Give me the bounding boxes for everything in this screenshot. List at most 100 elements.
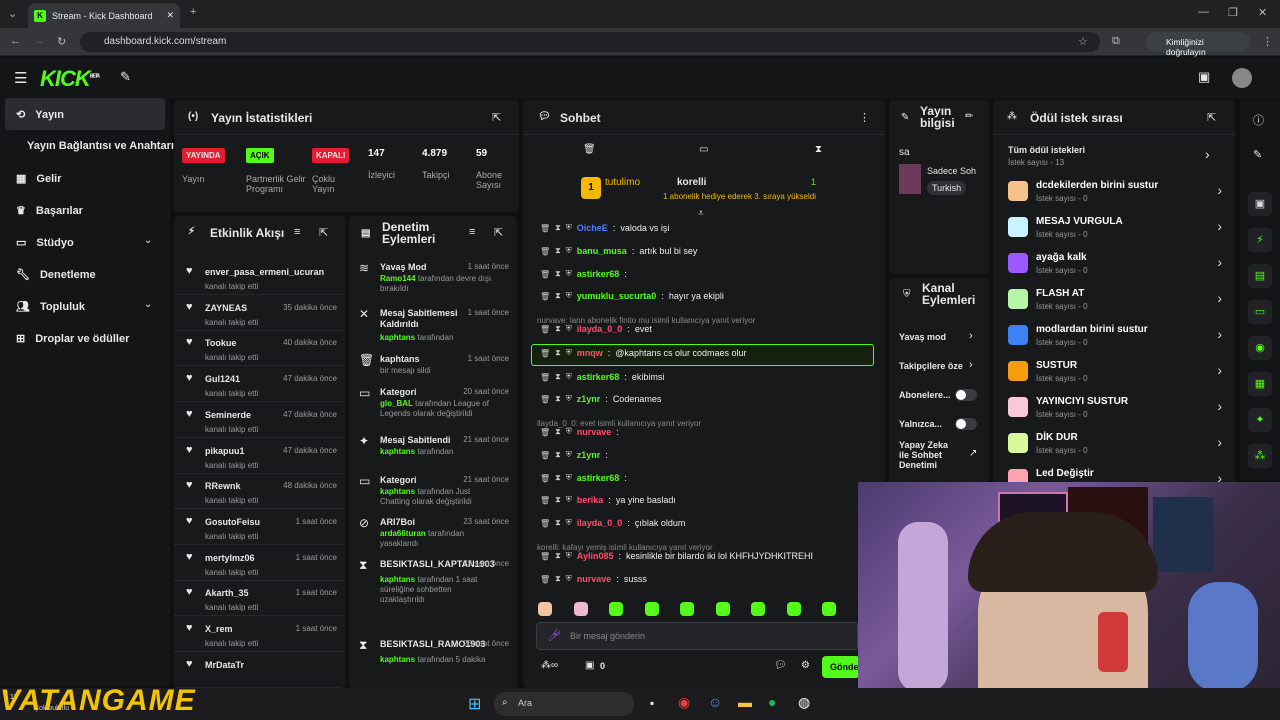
studio-icon[interactable]: ▣	[1198, 69, 1210, 85]
timeout-icon[interactable]: ⧗	[555, 324, 561, 334]
timeout-icon[interactable]: ⧗	[555, 269, 561, 279]
reward-item[interactable]: MESAJ VURGULA İstek sayısı - 0 ›	[1008, 213, 1228, 243]
identity-button[interactable]: Kimliğinizi doğrulayın	[1146, 32, 1250, 57]
chat-username[interactable]: astirker68	[577, 473, 620, 483]
url-field[interactable]: dashboard.kick.com/stream	[80, 32, 1100, 52]
delete-icon[interactable]: 🗑︎	[540, 552, 550, 561]
sidebar-item-droplar[interactable]: ⊞ Droplar ve ödüller	[16, 332, 129, 346]
chat-username[interactable]: ilayda_0_0	[577, 518, 623, 528]
close-tab-icon[interactable]: ✕	[166, 10, 174, 21]
settings-icon[interactable]: ⚙	[801, 660, 810, 671]
emote-icon[interactable]	[751, 602, 765, 616]
popout-icon[interactable]: ⇱	[1207, 111, 1216, 124]
taskbar-search[interactable]: ⌕ Ara	[494, 692, 634, 716]
emote-icon[interactable]	[573, 602, 588, 616]
sidebar-item-studyo[interactable]: ▭ Stüdyo	[16, 236, 74, 250]
reward-item[interactable]: ayağa kalk İstek sayısı - 0 ›	[1008, 249, 1228, 279]
emote-icon[interactable]	[822, 602, 836, 616]
chat-username[interactable]: OicheE	[577, 223, 608, 233]
popout-icon[interactable]: ⇱	[319, 226, 328, 239]
sidebar-item-yayin[interactable]: ⟲ Yayın	[16, 108, 64, 122]
timeout-icon[interactable]: ⧗	[555, 551, 561, 561]
action-only[interactable]: Yalnızca...	[899, 419, 942, 429]
mod-badge-icon[interactable]: ⛨	[566, 348, 572, 358]
reward-item[interactable]: FLASH AT İstek sayısı - 0 ›	[1008, 285, 1228, 315]
delete-icon[interactable]: 🗑︎	[540, 349, 550, 358]
sidebar-item-gelir[interactable]: ▦ Gelir	[16, 172, 61, 186]
timeout-icon[interactable]: ⧗	[555, 394, 561, 404]
sidebar-item-stream-key[interactable]: Yayın Bağlantısı ve Anahtarı	[27, 140, 174, 152]
new-tab-icon[interactable]: +	[190, 6, 196, 18]
timeout-icon[interactable]: ⧗	[555, 223, 561, 233]
rewards-icon[interactable]: ⁂	[1248, 444, 1272, 468]
subscribers-toggle[interactable]	[955, 389, 977, 401]
bookmark-star-icon[interactable]: ☆	[1078, 35, 1088, 48]
reward-item[interactable]: SUSTUR İstek sayısı - 0 ›	[1008, 357, 1228, 387]
chrome-icon[interactable]: ◉	[678, 694, 690, 711]
emote-icon[interactable]	[644, 602, 659, 616]
action-ai-moderation[interactable]: Yapay Zeka ile Sohbet Denetimi	[899, 440, 959, 470]
close-window-icon[interactable]: ✕	[1258, 6, 1267, 19]
timeout-icon[interactable]: ⧗	[555, 473, 561, 483]
delete-icon[interactable]: 🗑︎	[540, 373, 550, 382]
delete-icon[interactable]: 🗑︎	[540, 428, 550, 437]
chat-username[interactable]: nurvave	[577, 574, 612, 584]
mod-badge-icon[interactable]: ⛨	[566, 551, 572, 561]
external-link-icon[interactable]: ↗	[969, 448, 977, 459]
emote-icon[interactable]	[538, 602, 552, 616]
reward-item[interactable]: modlardan birini sustur İstek sayısı - 0 ›	[1008, 321, 1228, 351]
timeout-icon[interactable]: ⧗	[555, 291, 561, 301]
chevron-right-icon[interactable]: ›	[1217, 362, 1222, 378]
forward-icon[interactable]: →	[34, 35, 45, 47]
chat-username[interactable]: astirker68	[577, 269, 620, 279]
emote-icon[interactable]	[715, 602, 730, 616]
popout-icon[interactable]: ⇱	[494, 226, 503, 239]
mod-badge-icon[interactable]: ⛨	[566, 223, 572, 233]
reward-icon[interactable]: ⁂∞	[541, 660, 558, 671]
tab-list-icon[interactable]: ⌄	[8, 7, 17, 20]
timeout-icon[interactable]: ⧗	[555, 372, 561, 382]
sidebar-item-topluluk[interactable]: 👥︎ Topluluk	[16, 300, 85, 314]
delete-icon[interactable]: 🗑︎	[540, 247, 550, 256]
timeout-icon[interactable]: ⧗	[555, 518, 561, 528]
chevron-right-icon[interactable]: ›	[969, 330, 973, 342]
message-icon[interactable]: ▭	[699, 144, 708, 155]
timeout-icon[interactable]: ⧗	[555, 495, 561, 505]
filter-icon[interactable]: ≡	[294, 226, 300, 238]
chat-bubble-icon[interactable]: 💬︎	[774, 660, 787, 671]
windows-start-icon[interactable]: ⊞	[468, 694, 481, 714]
delete-icon[interactable]: 🗑︎	[540, 224, 550, 233]
delete-icon[interactable]: 🗑︎	[540, 474, 550, 483]
reward-item[interactable]: DİK DUR İstek sayısı - 0 ›	[1008, 429, 1228, 459]
chevron-right-icon[interactable]: ›	[1217, 398, 1222, 414]
filter-icon[interactable]: ≡	[469, 226, 475, 238]
chevron-down-icon[interactable]: ⌄	[144, 235, 152, 246]
chat-username[interactable]: Aylin085	[577, 551, 614, 561]
chevron-right-icon[interactable]: ›	[1217, 254, 1222, 270]
edit-icon[interactable]: ✏	[965, 111, 973, 122]
browser-tab[interactable]: K Stream - Kick Dashboard ✕	[28, 3, 180, 28]
kick-logo[interactable]: KICKBETA	[40, 66, 100, 92]
chat-username[interactable]: nurvave	[577, 427, 612, 437]
chevron-right-icon[interactable]: ›	[1217, 182, 1222, 198]
scroll-down-icon[interactable]: ⩡	[698, 208, 704, 219]
action-followers[interactable]: Takipçilere öze	[899, 361, 965, 371]
wrench-icon[interactable]: ✦	[1248, 408, 1272, 432]
mic-icon[interactable]: 🎤︎	[547, 629, 561, 642]
action-subscribers[interactable]: Abonelere...	[899, 390, 951, 400]
chat-username[interactable]: astirker68	[577, 372, 620, 382]
chevron-right-icon[interactable]: ›	[1217, 290, 1222, 306]
delete-icon[interactable]: 🗑︎	[540, 395, 550, 404]
emote-icon[interactable]	[680, 602, 694, 616]
screen-icon[interactable]: ▣	[1248, 192, 1272, 216]
chevron-right-icon[interactable]: ›	[1217, 218, 1222, 234]
chat-username[interactable]: mnqw	[577, 348, 603, 358]
mod-badge-icon[interactable]: ⛨	[566, 427, 572, 437]
mod-badge-icon[interactable]: ⛨	[566, 246, 572, 256]
chat-username[interactable]: z1ynr	[577, 394, 601, 404]
chevron-right-icon[interactable]: ›	[969, 359, 973, 371]
gift-icon[interactable]: ▣	[585, 660, 594, 671]
avatar[interactable]	[1232, 68, 1252, 88]
tools-icon[interactable]: ✎	[120, 69, 131, 85]
mod-badge-icon[interactable]: ⛨	[566, 324, 572, 334]
